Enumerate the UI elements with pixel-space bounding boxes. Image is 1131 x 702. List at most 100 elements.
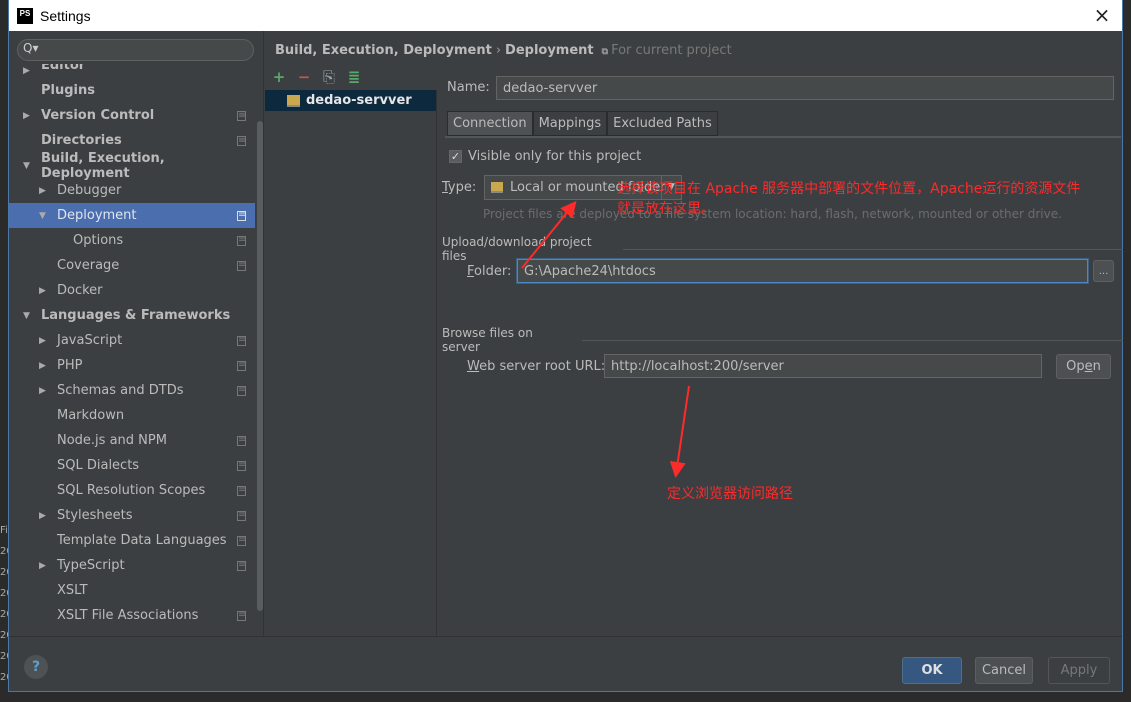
- project-scope-icon: ≡: [237, 108, 247, 121]
- folder-label: Folder:: [467, 264, 512, 279]
- local-folder-icon: [491, 182, 503, 193]
- server-list: dedao-servver: [265, 90, 437, 636]
- breadcrumb-separator: ›: [495, 43, 502, 58]
- phpstorm-logo-icon: PS: [17, 7, 33, 24]
- sidebar-item[interactable]: ▼ Deployment ≡: [9, 203, 255, 228]
- deployment-panel: Build, Execution, Deployment › Deployment ⧉…: [265, 31, 1123, 636]
- collapsed-arrow-icon[interactable]: ▶: [39, 386, 46, 396]
- type-annotation-line2: 就是放在这里。: [617, 201, 715, 217]
- server-form: Name: dedao-servver Connection Mappings …: [437, 68, 1123, 636]
- sidebar-item[interactable]: Markdown: [9, 403, 255, 428]
- server-tabs: Connection Mappings Excluded Paths: [447, 111, 718, 136]
- sidebar-item[interactable]: ▶ Schemas and DTDs ≡: [9, 378, 255, 403]
- expanded-arrow-icon[interactable]: ▼: [23, 311, 30, 321]
- tab-connection[interactable]: Connection: [447, 111, 533, 136]
- sidebar-scrollbar[interactable]: [257, 121, 263, 611]
- project-scope-icon: ≡: [237, 333, 247, 346]
- tab-excluded-paths[interactable]: Excluded Paths: [607, 111, 718, 136]
- tab-underline: [445, 136, 1121, 138]
- section-divider: [622, 248, 1123, 250]
- project-scope-icon: ≡: [237, 383, 247, 396]
- sidebar-item-label: Editor: [41, 64, 86, 73]
- sidebar-item[interactable]: XSLT File Associations ≡: [9, 603, 255, 628]
- use-as-default-button[interactable]: ≣: [346, 68, 362, 86]
- ok-button[interactable]: OK: [902, 657, 962, 684]
- remove-server-button[interactable]: −: [296, 68, 312, 86]
- tab-mappings[interactable]: Mappings: [532, 111, 608, 136]
- sidebar-item[interactable]: ▶ Version Control ≡: [9, 103, 255, 128]
- web-root-label: Web server root URL:: [467, 359, 606, 374]
- sidebar-item[interactable]: ▶ Docker: [9, 278, 255, 303]
- name-label: Name:: [447, 80, 490, 95]
- sidebar-item[interactable]: ▶ PHP ≡: [9, 353, 255, 378]
- folder-input[interactable]: G:\Apache24\htdocs: [517, 259, 1088, 283]
- sidebar-item[interactable]: Directories ≡: [9, 128, 255, 153]
- sidebar-item[interactable]: Coverage ≡: [9, 253, 255, 278]
- open-url-button[interactable]: Open: [1056, 354, 1111, 379]
- sidebar-item-label: Stylesheets: [57, 508, 133, 523]
- collapsed-arrow-icon[interactable]: ▶: [39, 361, 46, 371]
- project-scope-icon: ≡: [237, 133, 247, 146]
- sidebar-item[interactable]: ▶ Editor: [9, 64, 255, 78]
- sidebar-item[interactable]: Template Data Languages ≡: [9, 528, 255, 553]
- web-root-url-input[interactable]: http://localhost:200/server: [604, 354, 1042, 378]
- project-scope-icon: ⧉: [601, 47, 609, 57]
- sidebar-item-label: Deployment: [57, 208, 137, 223]
- sidebar-item[interactable]: ▶ JavaScript ≡: [9, 328, 255, 353]
- sidebar-item-label: SQL Resolution Scopes: [57, 483, 206, 498]
- sidebar-item[interactable]: Plugins: [9, 78, 255, 103]
- title-bar: PS Settings ×: [9, 0, 1122, 31]
- collapsed-arrow-icon[interactable]: ▶: [39, 561, 46, 571]
- browse-section-title: Browse files on server: [442, 326, 533, 354]
- browse-section-header: Browse files on server: [442, 326, 1123, 354]
- sidebar-item[interactable]: Options ≡: [9, 228, 255, 253]
- background-line: 20: [0, 672, 8, 683]
- help-button[interactable]: ?: [24, 655, 48, 679]
- sidebar-item-label: Coverage: [57, 258, 120, 273]
- collapsed-arrow-icon[interactable]: ▶: [23, 111, 30, 121]
- breadcrumb-current: Deployment: [505, 43, 594, 58]
- project-scope-icon: ≡: [237, 608, 247, 621]
- copy-server-button[interactable]: ⎘: [321, 68, 337, 86]
- apply-button[interactable]: Apply: [1048, 657, 1110, 684]
- sidebar-item[interactable]: ▶ Stylesheets ≡: [9, 503, 255, 528]
- sidebar-item[interactable]: ▶ TypeScript ≡: [9, 553, 255, 578]
- settings-search-input[interactable]: Q▾: [17, 39, 254, 61]
- type-annotation-line1: 选择该项目在 Apache 服务器中部署的文件位置，Apache运行的资源文件: [617, 181, 1081, 197]
- sidebar-item-label: SQL Dialects: [57, 458, 140, 473]
- background-line: 20: [0, 651, 8, 662]
- type-hint: Project files are deployed to a file sys…: [483, 207, 1062, 221]
- collapsed-arrow-icon[interactable]: ▶: [39, 286, 46, 296]
- breadcrumb-parent: Build, Execution, Deployment: [275, 43, 492, 58]
- sidebar-item-label: XSLT File Associations: [57, 608, 199, 623]
- expanded-arrow-icon[interactable]: ▼: [23, 161, 30, 171]
- sidebar-item-label: Node.js and NPM: [57, 433, 167, 448]
- background-editor-text: Fi 20 20 20 20 20 20 20: [0, 520, 8, 688]
- scope-label: For current project: [611, 43, 732, 58]
- section-divider: [581, 339, 1123, 341]
- collapsed-arrow-icon[interactable]: ▶: [39, 186, 46, 196]
- sidebar-item[interactable]: ▼ Build, Execution, Deployment: [9, 151, 255, 181]
- add-server-button[interactable]: +: [271, 68, 287, 86]
- cancel-button[interactable]: Cancel: [975, 657, 1033, 684]
- server-name-input[interactable]: dedao-servver: [496, 76, 1114, 100]
- sidebar-item[interactable]: ▼ Languages & Frameworks: [9, 303, 255, 328]
- sidebar-item[interactable]: SQL Dialects ≡: [9, 453, 255, 478]
- close-icon[interactable]: ×: [1090, 4, 1114, 26]
- background-line: 20: [0, 546, 8, 557]
- sidebar-item[interactable]: ▶ Debugger: [9, 178, 255, 203]
- sidebar-item[interactable]: SQL Resolution Scopes ≡: [9, 478, 255, 503]
- project-scope-icon: ≡: [237, 458, 247, 471]
- sidebar-item[interactable]: XSLT: [9, 578, 255, 603]
- sidebar-item[interactable]: Node.js and NPM ≡: [9, 428, 255, 453]
- server-list-item[interactable]: dedao-servver: [265, 90, 436, 111]
- project-scope-icon: ≡: [237, 508, 247, 521]
- browse-folder-button[interactable]: ...: [1093, 260, 1114, 282]
- project-scope-icon: ≡: [237, 483, 247, 496]
- expanded-arrow-icon[interactable]: ▼: [39, 211, 46, 221]
- collapsed-arrow-icon[interactable]: ▶: [39, 511, 46, 521]
- collapsed-arrow-icon[interactable]: ▶: [39, 336, 46, 346]
- sidebar-item-label: XSLT: [57, 583, 88, 598]
- collapsed-arrow-icon[interactable]: ▶: [23, 66, 30, 76]
- visible-only-checkbox[interactable]: ✓: [449, 150, 462, 163]
